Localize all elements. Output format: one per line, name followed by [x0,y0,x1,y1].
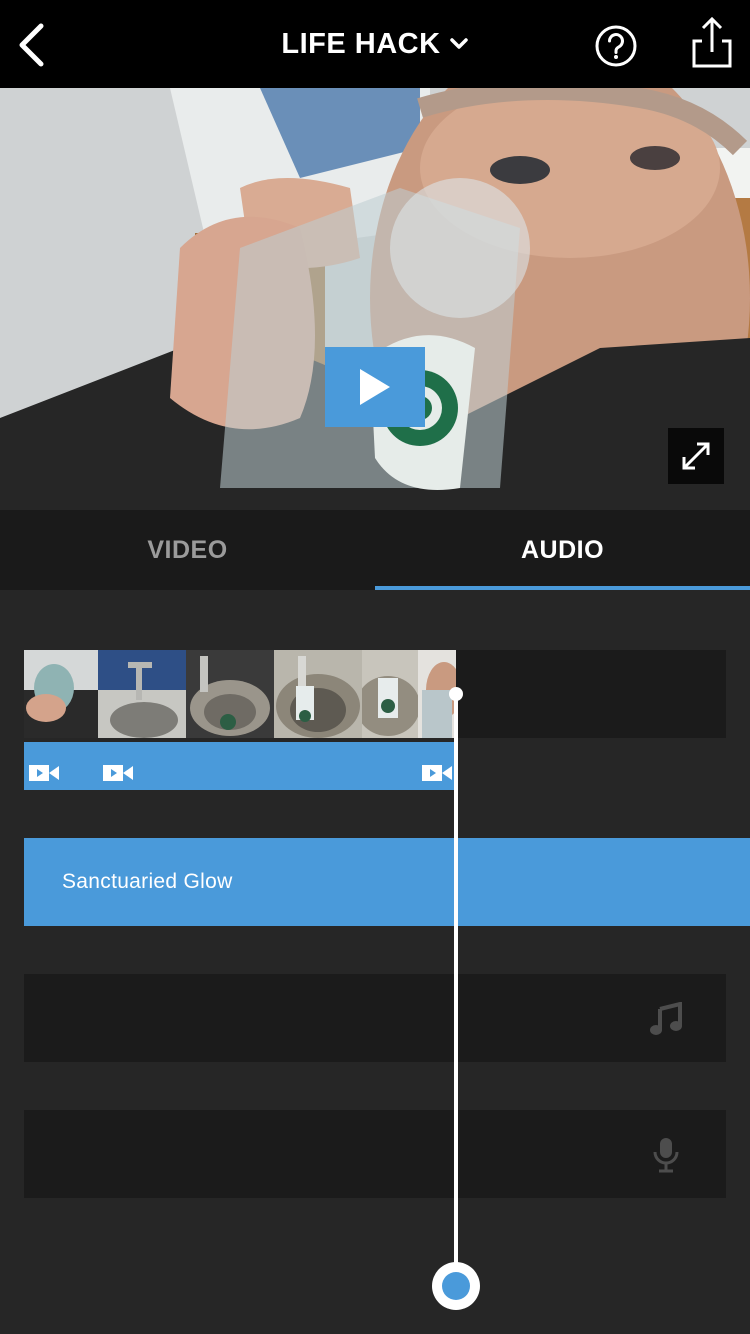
share-icon [692,16,732,68]
video-camera-icon [422,765,452,781]
chevron-left-icon [19,23,44,67]
video-preview[interactable] [0,88,750,510]
playhead-handle-dot [442,1272,470,1300]
tab-video[interactable]: VIDEO [0,510,375,590]
share-button[interactable] [690,14,734,70]
clip-thumbnail [362,650,418,738]
tab-audio-label: AUDIO [520,535,605,564]
video-camera-icon [103,765,133,781]
active-tab-indicator [375,586,750,590]
chevron-down-icon [449,38,468,49]
project-title-dropdown[interactable]: LIFE HACK [281,28,468,61]
play-button[interactable] [325,347,425,427]
music-note-icon [650,1002,682,1035]
playhead-line [454,694,458,1286]
video-clip-bar[interactable] [24,742,455,790]
play-icon [360,369,390,405]
clip-thumbnail [274,650,362,738]
clip-thumbnail [24,650,98,738]
add-music-track[interactable] [24,974,726,1062]
music-track[interactable]: Sanctuaried Glow [24,838,750,926]
help-button[interactable] [594,24,638,68]
help-circle-icon [595,25,637,67]
project-title: LIFE HACK [281,27,441,60]
playhead-top-marker [449,687,463,701]
microphone-icon [653,1138,679,1173]
tab-audio[interactable]: AUDIO [375,510,750,590]
video-clip-strip[interactable] [24,650,456,738]
fullscreen-button[interactable] [668,428,724,484]
video-camera-icon [29,765,59,781]
editor-tabs: VIDEO AUDIO [0,510,750,590]
clip-thumbnail [186,650,274,738]
voiceover-track[interactable] [24,1110,726,1198]
back-button[interactable] [10,18,54,72]
tab-video-label: VIDEO [147,535,228,564]
top-bar: LIFE HACK [0,0,750,88]
preview-frame-image [0,88,750,510]
clip-thumbnail [98,650,186,738]
music-track-label: Sanctuaried Glow [62,870,233,893]
expand-icon [682,442,710,470]
playhead-handle[interactable] [432,1262,480,1310]
